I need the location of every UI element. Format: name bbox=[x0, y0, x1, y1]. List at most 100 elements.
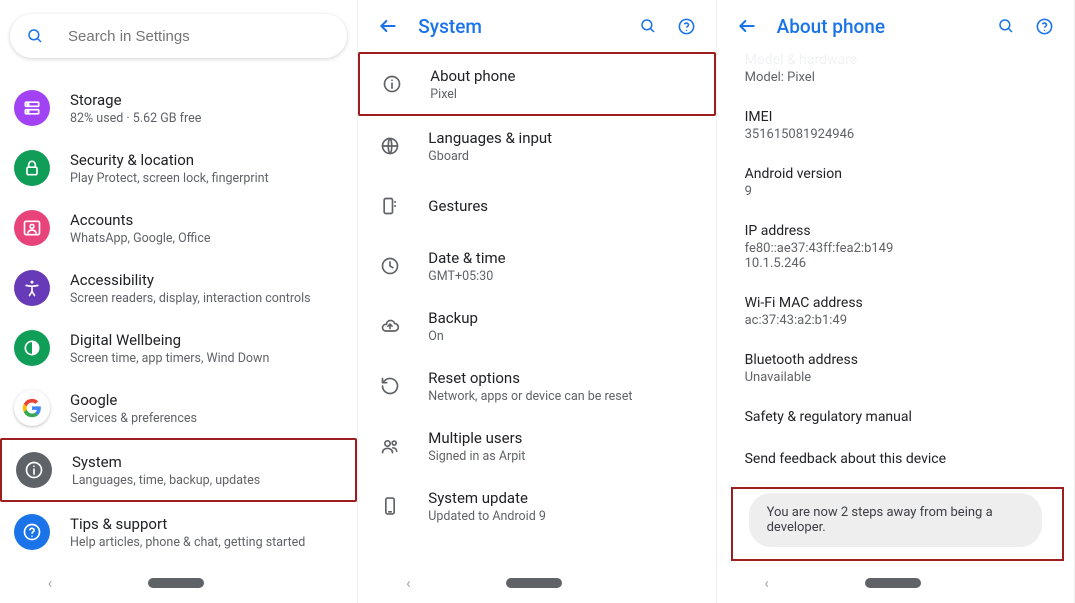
help-icon[interactable] bbox=[671, 11, 702, 42]
nav-home-pill[interactable] bbox=[148, 578, 204, 588]
search-icon bbox=[26, 27, 44, 45]
gesture-icon bbox=[372, 188, 408, 224]
about-value: 9 bbox=[745, 184, 1054, 199]
google-icon bbox=[14, 390, 50, 426]
nav-home-pill[interactable] bbox=[865, 578, 921, 588]
developer-toast: You are now 2 steps away from being a de… bbox=[749, 493, 1042, 547]
about-key: Safety & regulatory manual bbox=[745, 409, 1054, 425]
settings-item-tips-support[interactable]: Tips & supportHelp articles, phone & cha… bbox=[0, 502, 357, 562]
item-label: Accessibility bbox=[70, 271, 343, 289]
system-item-reset-options[interactable]: Reset optionsNetwork, apps or device can… bbox=[358, 356, 715, 416]
about-row-imei[interactable]: IMEI 351615081924946 bbox=[717, 99, 1074, 156]
settings-item-accounts[interactable]: Accounts WhatsApp, Google, Office bbox=[0, 198, 357, 258]
search-input[interactable] bbox=[68, 28, 331, 45]
item-sub: On bbox=[428, 329, 701, 344]
settings-list: Storage 82% used · 5.62 GB free Security &… bbox=[0, 78, 357, 562]
item-sub: Gboard bbox=[428, 149, 701, 164]
settings-item-accessibility[interactable]: Accessibility Screen readers, display, in… bbox=[0, 258, 357, 318]
system-item-backup[interactable]: Backup On bbox=[358, 296, 715, 356]
system-item-system-update[interactable]: System update Updated to Android 9 bbox=[358, 476, 715, 536]
nav-home-pill[interactable] bbox=[506, 578, 562, 588]
item-label: Accounts bbox=[70, 211, 343, 229]
system-item-gestures[interactable]: Gestures bbox=[358, 176, 715, 236]
item-sub: 82% used · 5.62 GB free bbox=[70, 111, 343, 126]
nav-bar: ‹ bbox=[0, 569, 357, 597]
nav-back-icon[interactable]: ‹ bbox=[406, 574, 411, 592]
storage-icon bbox=[14, 90, 50, 126]
nav-back-icon[interactable]: ‹ bbox=[764, 574, 769, 592]
about-key: IP address bbox=[745, 223, 1054, 239]
nav-back-icon[interactable]: ‹ bbox=[48, 574, 53, 592]
settings-item-storage[interactable]: Storage 82% used · 5.62 GB free bbox=[0, 78, 357, 138]
about-header: About phone bbox=[717, 0, 1074, 52]
toast-text: You are now 2 steps away from being a de… bbox=[767, 505, 993, 535]
about-phone-pane: About phone Model & hardwareModel: Pixel… bbox=[717, 0, 1075, 603]
info-icon bbox=[16, 452, 52, 488]
about-value: fe80::ae37:43ff:fea2:b149 10.1.5.246 bbox=[745, 241, 1054, 271]
system-item-languages-input[interactable]: Languages & input Gboard bbox=[358, 116, 715, 176]
settings-item-system[interactable]: System Languages, time, backup, updates bbox=[0, 438, 357, 502]
item-label: Security & location bbox=[70, 151, 343, 169]
about-row-send-feedback-about-this-device[interactable]: Send feedback about this device bbox=[717, 441, 1074, 483]
settings-main-pane: Storage 82% used · 5.62 GB free Security &… bbox=[0, 0, 358, 603]
search-icon[interactable] bbox=[991, 11, 1021, 41]
item-sub: Pixel bbox=[430, 87, 699, 102]
item-label: Gestures bbox=[428, 197, 701, 215]
about-key: Bluetooth address bbox=[745, 352, 1054, 368]
page-title: System bbox=[418, 15, 624, 38]
phone-icon bbox=[372, 488, 408, 524]
search-bar[interactable] bbox=[10, 14, 347, 58]
item-label: System update bbox=[428, 489, 701, 507]
wellbeing-icon bbox=[14, 330, 50, 366]
about-row-ip-address[interactable]: IP addressfe80::ae37:43ff:fea2:b149 10.1… bbox=[717, 213, 1074, 285]
about-row-safety-regulatory-manual[interactable]: Safety & regulatory manual bbox=[717, 399, 1074, 441]
back-icon[interactable] bbox=[372, 10, 404, 42]
about-row-wi-fi-mac-address[interactable]: Wi-Fi MAC address ac:37:43:a2:b1:49 bbox=[717, 285, 1074, 342]
system-item-about-phone[interactable]: About phonePixel bbox=[358, 52, 715, 116]
about-row-android-version[interactable]: Android version9 bbox=[717, 156, 1074, 213]
item-label: Google bbox=[70, 391, 343, 409]
item-sub: Signed in as Arpit bbox=[428, 449, 701, 464]
about-value: ac:37:43:a2:b1:49 bbox=[745, 313, 1054, 328]
settings-item-security-location[interactable]: Security & location Play Protect, screen … bbox=[0, 138, 357, 198]
about-key: Model & hardware bbox=[745, 52, 1054, 68]
help-icon[interactable] bbox=[1029, 11, 1060, 42]
item-label: Multiple users bbox=[428, 429, 701, 447]
nav-bar: ‹ bbox=[358, 569, 715, 597]
help-icon bbox=[14, 514, 50, 550]
about-row-model-hardware[interactable]: Model & hardwareModel: Pixel bbox=[717, 52, 1074, 99]
item-label: Storage bbox=[70, 91, 343, 109]
reset-icon bbox=[372, 368, 408, 404]
item-label: Backup bbox=[428, 309, 701, 327]
about-key: IMEI bbox=[745, 109, 1054, 125]
item-label: Tips & support bbox=[70, 515, 343, 533]
item-sub: Languages, time, backup, updates bbox=[72, 473, 341, 488]
item-sub: Play Protect, screen lock, fingerprint bbox=[70, 171, 343, 186]
system-pane: System About phonePixelLanguages & input… bbox=[358, 0, 716, 603]
item-label: System bbox=[72, 453, 341, 471]
item-label: Languages & input bbox=[428, 129, 701, 147]
about-key: Wi-Fi MAC address bbox=[745, 295, 1054, 311]
system-item-date-time[interactable]: Date & timeGMT+05:30 bbox=[358, 236, 715, 296]
about-list: Model & hardwareModel: Pixel IMEI 35161508… bbox=[717, 52, 1074, 483]
globe-icon bbox=[372, 128, 408, 164]
settings-item-digital-wellbeing[interactable]: Digital WellbeingScreen time, app timers… bbox=[0, 318, 357, 378]
item-sub: WhatsApp, Google, Office bbox=[70, 231, 343, 246]
about-value: 351615081924946 bbox=[745, 127, 1054, 142]
item-sub: Services & preferences bbox=[70, 411, 343, 426]
settings-item-google[interactable]: Google Services & preferences bbox=[0, 378, 357, 438]
item-sub: Screen readers, display, interaction con… bbox=[70, 291, 343, 306]
a11y-icon bbox=[14, 270, 50, 306]
system-item-multiple-users[interactable]: Multiple users Signed in as Arpit bbox=[358, 416, 715, 476]
system-list: About phonePixel Languages & input Gboard G… bbox=[358, 52, 715, 536]
item-sub: Network, apps or device can be reset bbox=[428, 389, 701, 404]
account-icon bbox=[14, 210, 50, 246]
item-sub: Updated to Android 9 bbox=[428, 509, 701, 524]
about-value: Unavailable bbox=[745, 370, 1054, 385]
back-icon[interactable] bbox=[731, 10, 763, 42]
nav-bar: ‹ bbox=[717, 569, 1074, 597]
about-row-bluetooth-address[interactable]: Bluetooth address Unavailable bbox=[717, 342, 1074, 399]
search-icon[interactable] bbox=[633, 11, 663, 41]
lock-icon bbox=[14, 150, 50, 186]
item-label: Digital Wellbeing bbox=[70, 331, 343, 349]
